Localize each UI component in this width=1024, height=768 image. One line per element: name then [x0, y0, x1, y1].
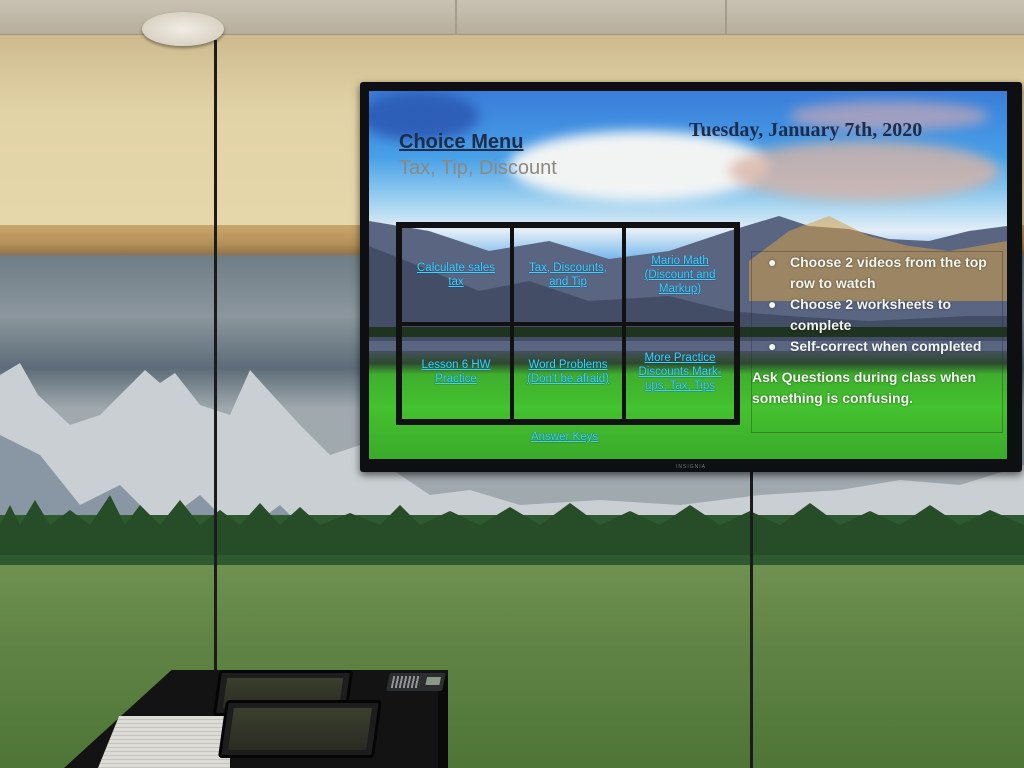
paper-text-lines [98, 716, 230, 768]
bullet-icon: ● [768, 338, 777, 354]
choice-grid: Calculate sales tax Tax, Discounts, and … [396, 222, 740, 425]
choice-cell: Calculate sales tax [400, 226, 512, 324]
speaker-cable [214, 40, 217, 680]
instructions-list: ● Choose 2 videos from the top row to wat… [752, 252, 1002, 357]
word-problems-link[interactable]: Word Problems (Don't be afraid) [520, 358, 616, 386]
choice-cell: Tax, Discounts, and Tip [512, 226, 624, 324]
calculator-keys [390, 676, 422, 688]
slide-date: Tuesday, January 7th, 2020 [689, 119, 923, 141]
bullet-icon: ● [768, 254, 777, 270]
calculate-sales-tax-link[interactable]: Calculate sales tax [408, 261, 504, 289]
answer-keys-link[interactable]: Answer Keys [531, 430, 598, 444]
choice-cell: Word Problems (Don't be afraid) [512, 323, 624, 421]
tv-power-cable [750, 470, 753, 768]
ceiling-tile-seam [455, 0, 457, 34]
tv-brand-logo: INSIGNIA [676, 464, 706, 470]
slide-title: Choice Menu [399, 131, 524, 153]
choice-cell: More Practice Discounts Mark-ups, Tax, T… [624, 323, 736, 421]
lesson-6-hw-practice-link[interactable]: Lesson 6 HW Practice [408, 358, 504, 386]
instructions-box: ● Choose 2 videos from the top row to wat… [751, 251, 1003, 433]
bullet-icon: ● [768, 296, 777, 312]
choice-cell: Mario Math (Discount and Markup) [624, 226, 736, 324]
calculator [386, 673, 446, 691]
choice-cell: Lesson 6 HW Practice [400, 323, 512, 421]
questions-note: Ask Questions during class when somethin… [752, 369, 977, 406]
ceiling-tile-seam [725, 0, 727, 34]
television: Choice Menu Tax, Tip, Discount Tuesday, … [360, 82, 1022, 472]
instruction-item: ● Choose 2 worksheets to complete [752, 294, 1002, 336]
tax-discounts-tip-link[interactable]: Tax, Discounts, and Tip [520, 261, 616, 289]
instruction-item: ● Choose 2 videos from the top row to wat… [752, 252, 1002, 294]
paper-sheet [98, 716, 230, 768]
instruction-item: ● Self-correct when completed [752, 336, 1002, 357]
ceiling-speaker [142, 12, 224, 46]
instruction-text: Self-correct when completed [790, 338, 982, 354]
tablet-screen [228, 708, 372, 750]
calculator-display [425, 677, 442, 685]
instruction-text: Choose 2 videos from the top row to watc… [790, 254, 987, 291]
tablet [217, 700, 383, 758]
instruction-text: Choose 2 worksheets to complete [790, 296, 952, 333]
slide-subtitle: Tax, Tip, Discount [399, 157, 557, 179]
more-practice-link[interactable]: More Practice Discounts Mark-ups, Tax, T… [632, 351, 728, 393]
mario-math-link[interactable]: Mario Math (Discount and Markup) [632, 254, 728, 296]
slide-screen: Choice Menu Tax, Tip, Discount Tuesday, … [369, 91, 1007, 459]
